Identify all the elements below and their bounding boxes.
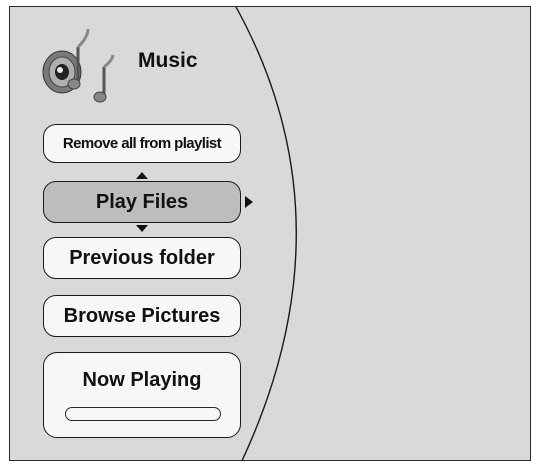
- now-playing-progress-bar: [65, 407, 221, 421]
- play-files-button[interactable]: Play Files: [43, 181, 241, 223]
- browse-pictures-button[interactable]: Browse Pictures: [43, 295, 241, 337]
- arrow-right-icon: [245, 196, 253, 208]
- arrow-up-icon: [136, 172, 148, 179]
- now-playing-label: Now Playing: [82, 369, 202, 391]
- screen-header: Music: [40, 27, 240, 107]
- now-playing-panel[interactable]: Now Playing: [43, 352, 241, 438]
- arrow-down-icon: [136, 225, 148, 232]
- music-menu-screen: Music Remove all from playlist Play File…: [9, 6, 531, 461]
- remove-all-from-playlist-button[interactable]: Remove all from playlist: [43, 124, 241, 163]
- previous-folder-button[interactable]: Previous folder: [43, 237, 241, 279]
- page-title: Music: [138, 49, 198, 72]
- music-icon: [42, 28, 115, 103]
